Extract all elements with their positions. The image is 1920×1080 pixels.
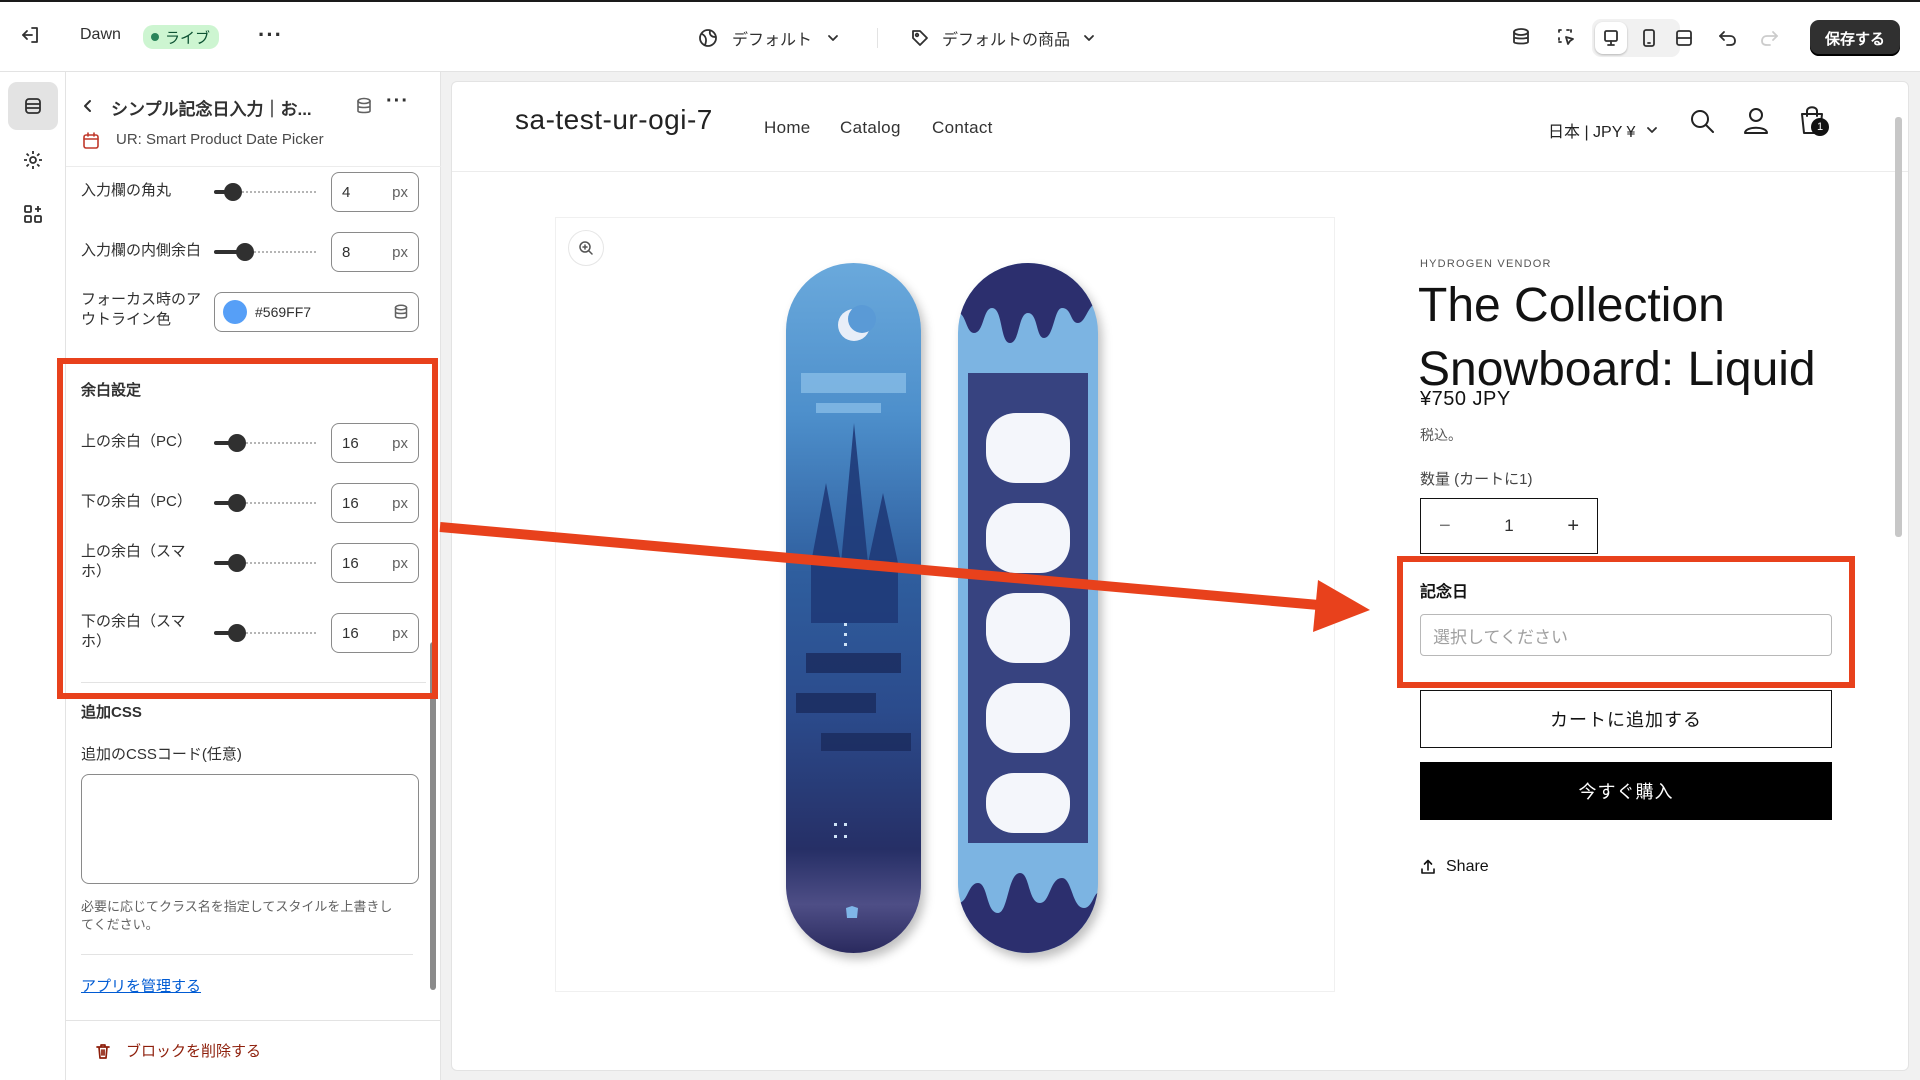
annotation-arrow bbox=[439, 522, 1370, 632]
